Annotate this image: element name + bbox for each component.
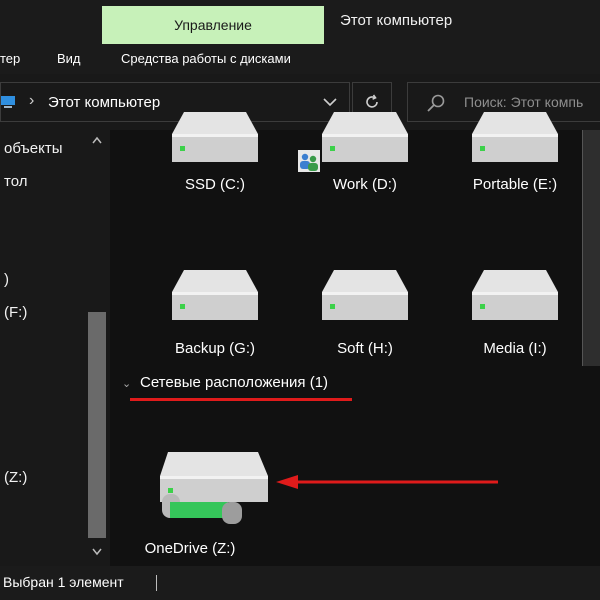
ribbon-tab-drive-tools[interactable]: Средства работы с дисками [121, 51, 291, 66]
drive-backup-g[interactable]: Backup (G:) [150, 268, 280, 357]
drive-label: Soft (H:) [337, 340, 393, 357]
collapse-chevron-icon[interactable]: ⌄ [122, 377, 134, 390]
annotation-underline [130, 398, 352, 401]
breadcrumb-separator-icon[interactable]: › [29, 92, 34, 110]
breadcrumb-this-pc[interactable]: Этот компьютер [48, 94, 160, 111]
drive-onedrive-z[interactable]: OneDrive (Z:) [140, 450, 280, 560]
nav-item-drive-f[interactable]: (F:) [4, 304, 27, 321]
hard-drive-icon [322, 270, 408, 320]
scroll-up-icon[interactable] [92, 136, 102, 144]
drive-portable-e[interactable]: Portable (E:) [450, 110, 580, 193]
group-header-network[interactable]: ⌄ Сетевые расположения (1) [122, 374, 328, 391]
search-placeholder[interactable]: Поиск: Этот компь [464, 94, 583, 110]
nav-item-drive-z[interactable]: (Z:) [4, 469, 27, 486]
drive-label: Media (I:) [483, 340, 547, 357]
drive-soft-h[interactable]: Soft (H:) [300, 268, 430, 357]
nav-item-desktop[interactable]: тол [4, 173, 27, 190]
nav-scroll-thumb[interactable] [88, 312, 106, 538]
hard-drive-icon [172, 270, 258, 320]
hard-drive-icon [322, 112, 408, 162]
scroll-down-icon[interactable] [92, 548, 102, 556]
content-pane: SSD (C:) Work (D:) Portable (E:) Backup … [110, 112, 600, 566]
network-drive-icon [160, 452, 268, 524]
refresh-icon [366, 94, 378, 108]
this-pc-icon [1, 96, 15, 108]
ribbon: тер Вид Средства работы с дисками [0, 44, 600, 74]
hard-drive-icon [472, 270, 558, 320]
window-title: Этот компьютер [340, 12, 453, 29]
drive-label: Portable (E:) [472, 176, 558, 193]
annotation-arrow-icon [276, 475, 498, 489]
content-scrollbar[interactable] [582, 130, 600, 366]
group-header-label: Сетевые расположения (1) [140, 374, 329, 391]
drive-media-i[interactable]: Media (I:) [450, 268, 580, 357]
ribbon-tab-computer[interactable]: тер [0, 51, 20, 66]
drive-label: OneDrive (Z:) [144, 540, 236, 557]
nav-scrollbar[interactable] [88, 130, 106, 566]
drive-label: SSD (C:) [185, 176, 245, 193]
hard-drive-icon [172, 112, 258, 162]
content-scroll-thumb[interactable] [582, 130, 600, 366]
shared-users-icon [298, 150, 320, 172]
status-selection: Выбран 1 элемент [3, 574, 124, 590]
navigation-pane: объекты тол ) (F:) (Z:) [0, 130, 110, 566]
chevron-down-icon[interactable] [323, 97, 337, 107]
drive-label: Backup (G:) [174, 340, 256, 357]
drive-ssd-c[interactable]: SSD (C:) [150, 110, 280, 193]
drive-label: Work (D:) [333, 176, 397, 193]
status-divider [156, 575, 157, 591]
ribbon-tabbar: Управление Этот компьютер [0, 0, 600, 44]
tab-manage[interactable]: Управление [102, 6, 324, 44]
ribbon-tab-view[interactable]: Вид [57, 51, 81, 66]
nav-item-3d-objects[interactable]: объекты [4, 140, 63, 157]
nav-item-drive[interactable]: ) [4, 271, 9, 288]
hard-drive-icon [472, 112, 558, 162]
drive-work-d[interactable]: Work (D:) [298, 110, 430, 193]
status-bar: Выбран 1 элемент [0, 566, 600, 600]
